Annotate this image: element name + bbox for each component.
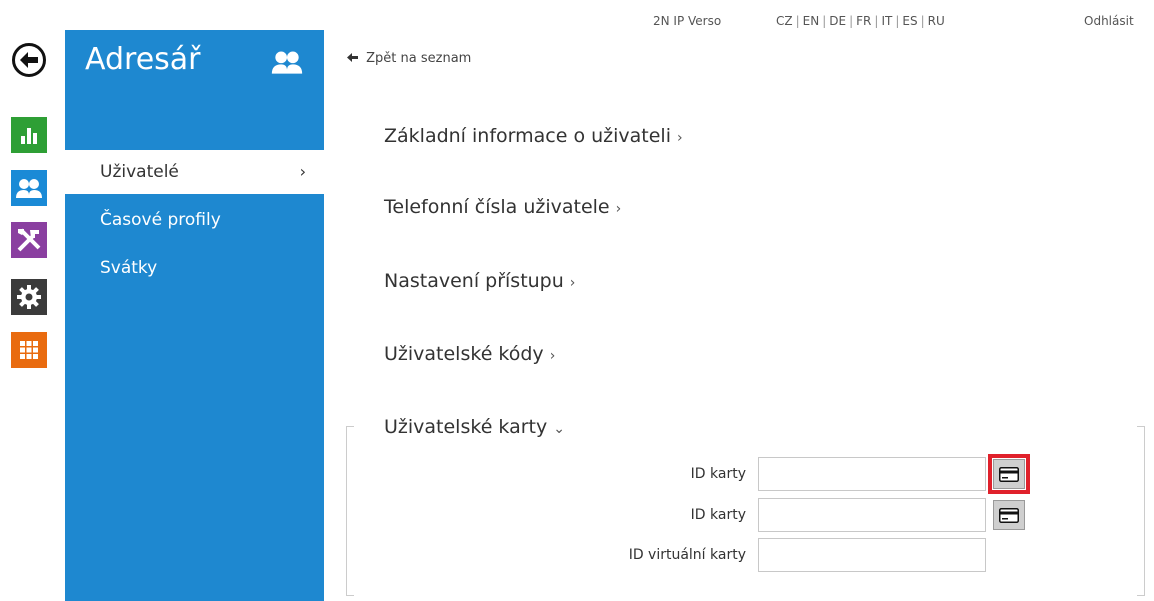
section-title: Uživatelské karty [384,416,548,438]
lang-en[interactable]: EN [803,14,820,28]
separator: | [849,14,854,28]
sidebar-item-holidays[interactable]: Svátky [65,246,324,290]
bar-chart-icon [21,128,37,144]
section-user-codes[interactable]: Uživatelské kódy › [384,343,555,365]
separator: | [874,14,879,28]
sidebar-item-time-profiles[interactable]: Časové profily [65,198,324,242]
language-switcher: CZ | EN | DE | FR | IT | ES | RU [776,14,945,28]
chevron-right-icon: › [549,348,556,364]
sidebar: Adresář Uživatelé › Časové profily Svátk… [65,30,324,601]
virtual-card-id-label: ID virtuální karty [628,547,746,563]
card-icon [999,507,1019,523]
virtual-card-id-input[interactable] [758,538,986,572]
section-title: Nastavení přístupu [384,270,564,292]
section-phone-numbers[interactable]: Telefonní čísla uživatele › [384,196,621,218]
status-nav-button[interactable] [11,117,47,153]
gear-icon [17,285,41,309]
card-id-input-2[interactable] [758,498,986,532]
back-button[interactable] [12,43,46,77]
sidebar-item-label: Svátky [100,258,158,278]
arrow-back-icon [347,53,358,62]
card-id-input-1[interactable] [758,457,986,491]
sidebar-item-users[interactable]: Uživatelé › [65,150,324,194]
back-link-label: Zpět na seznam [366,51,472,66]
services-nav-button[interactable] [11,279,47,315]
device-name: 2N IP Verso [653,14,722,28]
lang-fr[interactable]: FR [856,14,871,28]
users-icon [270,48,304,80]
section-frame-left [346,426,354,596]
separator: | [795,14,800,28]
separator: | [822,14,827,28]
section-title: Telefonní čísla uživatele [384,196,610,218]
chevron-right-icon: › [299,162,306,181]
section-user-cards[interactable]: Uživatelské karty ⌄ [384,416,565,438]
read-card-button-1[interactable] [988,454,1030,494]
section-frame-right [1137,426,1145,596]
chevron-right-icon: › [569,275,576,291]
section-access-settings[interactable]: Nastavení přístupu › [384,270,575,292]
card-id-label: ID karty [690,507,746,523]
section-title: Základní informace o uživateli [384,125,671,147]
directory-nav-button[interactable] [11,170,47,206]
grid-icon [20,341,38,359]
logout-link[interactable]: Odhlásit [1084,14,1134,28]
sidebar-item-label: Časové profily [100,210,221,230]
chevron-right-icon: › [677,130,683,146]
sidebar-item-label: Uživatelé [100,162,179,182]
lang-it[interactable]: IT [881,14,892,28]
chevron-right-icon: › [615,201,622,217]
users-icon [16,179,42,198]
arrow-left-icon [20,52,38,68]
card-icon [999,466,1019,482]
separator: | [920,14,925,28]
separator: | [895,14,900,28]
section-title: Uživatelské kódy [384,343,544,365]
section-basic-info[interactable]: Základní informace o uživateli › [384,125,683,147]
lang-es[interactable]: ES [902,14,917,28]
tools-icon [17,228,41,252]
lang-ru[interactable]: RU [928,14,945,28]
hardware-nav-button[interactable] [11,222,47,258]
lang-cz[interactable]: CZ [776,14,793,28]
sidebar-title: Adresář [85,42,201,77]
read-card-button-2[interactable] [993,500,1025,530]
system-nav-button[interactable] [11,332,47,368]
chevron-down-icon: ⌄ [553,421,565,437]
card-id-label: ID karty [690,466,746,482]
back-to-list-link[interactable]: Zpět na seznam [347,51,471,66]
lang-de[interactable]: DE [829,14,846,28]
